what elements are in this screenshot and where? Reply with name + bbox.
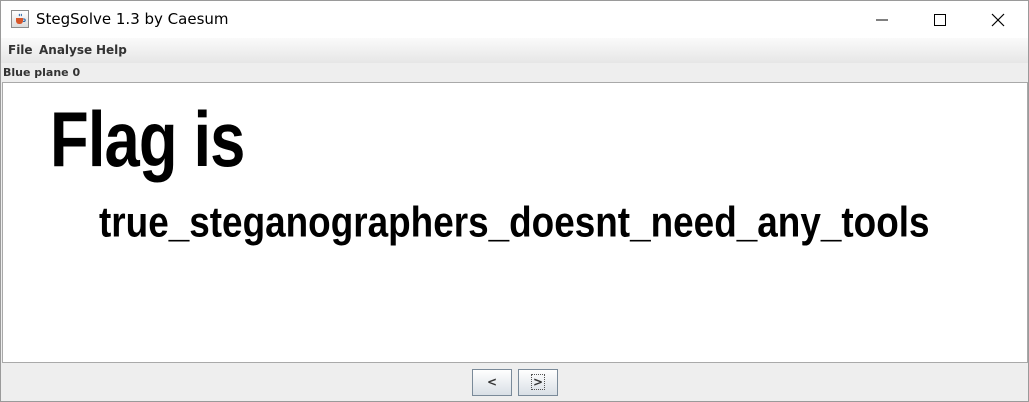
image-text-flag: true_steganographers_doesnt_need_any_too… — [99, 197, 930, 247]
image-text-heading: Flag is — [50, 96, 245, 184]
window-title: StegSolve 1.3 by Caesum — [36, 10, 229, 28]
menu-analyse[interactable]: Analyse — [39, 43, 92, 57]
image-view-panel[interactable]: Flag is true_steganographers_doesnt_need… — [2, 82, 1028, 363]
next-plane-label: > — [530, 374, 546, 390]
next-plane-button[interactable]: > — [518, 369, 558, 396]
close-icon — [991, 13, 1005, 27]
menu-bar: File Analyse Help — [1, 38, 1028, 63]
close-button[interactable] — [969, 1, 1027, 38]
title-bar[interactable]: StegSolve 1.3 by Caesum — [1, 1, 1028, 38]
java-coffee-cup-icon[interactable] — [11, 10, 29, 28]
maximize-button[interactable] — [911, 1, 969, 38]
maximize-icon — [934, 14, 946, 26]
previous-plane-button[interactable]: < — [472, 369, 512, 396]
stegsolve-window: StegSolve 1.3 by Caesum File Analyse Hel… — [0, 0, 1029, 402]
minimize-icon — [876, 19, 888, 21]
plane-label: Blue plane 0 — [3, 66, 81, 79]
minimize-button[interactable] — [853, 1, 911, 38]
menu-file[interactable]: File — [8, 43, 33, 57]
menu-help[interactable]: Help — [96, 43, 127, 57]
